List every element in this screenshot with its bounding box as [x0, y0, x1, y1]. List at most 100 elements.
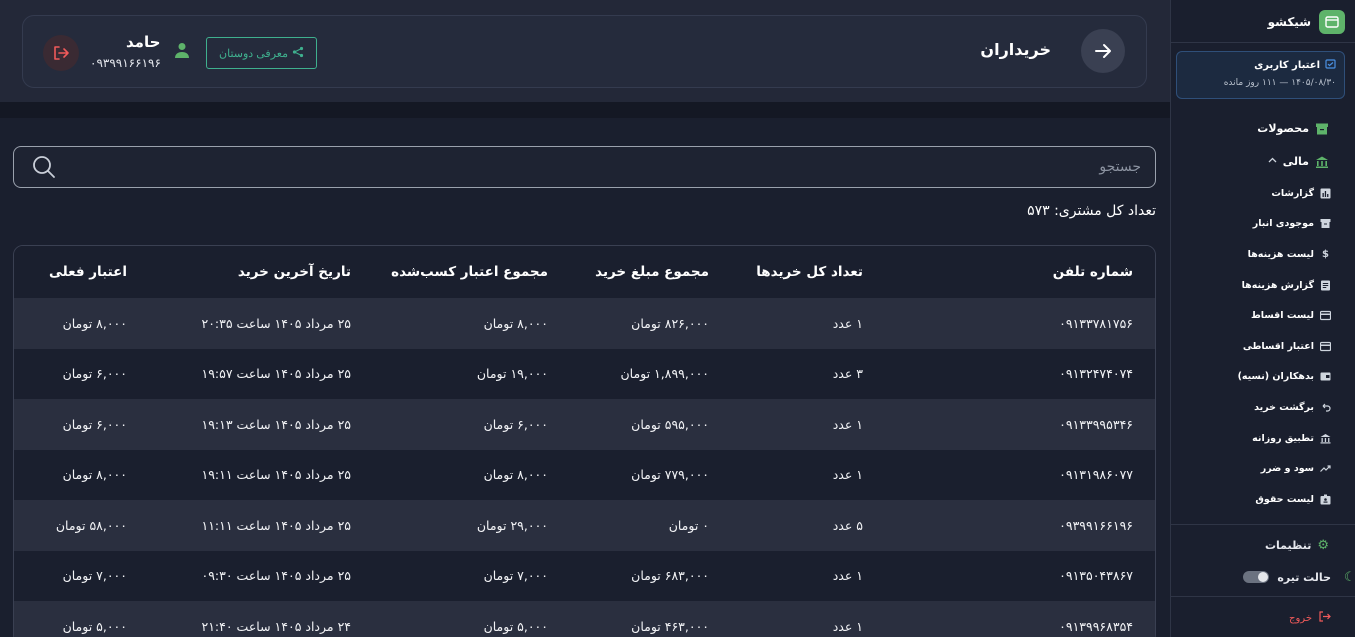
card-icon — [1320, 341, 1331, 352]
app-root: خریداران حامد ۰۹۳۹۹۱۶۶۱۹۶ معرفی دوستان ج… — [0, 0, 1355, 637]
back-button[interactable] — [1081, 29, 1125, 73]
dark-mode-toggle[interactable] — [1243, 571, 1270, 583]
sidebar-item-label: لیست حقوق — [1255, 493, 1314, 505]
cell-current-credit: ۵,۰۰۰ تومان — [62, 618, 127, 634]
cell-earned-credit: ۲۹,۰۰۰ تومان — [476, 517, 548, 533]
cell-purchase-count: ۱ عدد — [832, 568, 863, 584]
cell-last-purchase: ۲۴ مرداد ۱۴۰۵ ساعت ۲۱:۴۰ — [201, 618, 352, 634]
sidebar-item-purchase-return[interactable]: برگشت خرید — [1170, 392, 1355, 423]
sidebar-item-label: گزارش هزینه‌ها — [1241, 279, 1314, 291]
cell-earned-credit: ۷,۰۰۰ تومان — [483, 568, 548, 584]
search-icon[interactable] — [32, 155, 56, 183]
sidebar-item-debtors[interactable]: بدهکاران (نسیه) — [1170, 362, 1355, 393]
cell-current-credit: ۵۸,۰۰۰ تومان — [55, 517, 127, 533]
cell-total-amount: ۸۲۶,۰۰۰ تومان — [631, 315, 709, 331]
badge-icon — [1320, 494, 1331, 505]
table-row[interactable]: ۰۹۱۳۵۰۴۳۸۶۷ ۱ عدد ۶۸۳,۰۰۰ تومان ۷,۰۰۰ تو… — [14, 551, 1155, 602]
sidebar-item-reports[interactable]: گزارشات — [1170, 178, 1355, 209]
cell-total-amount: ۷۷۹,۰۰۰ تومان — [631, 467, 709, 483]
bar-chart-icon — [1320, 188, 1331, 199]
sidebar-item-settings[interactable]: ⚙ تنظیمات — [1170, 534, 1355, 556]
header-logout-button[interactable] — [43, 35, 79, 71]
sidebar-logout-button[interactable]: خروج — [1170, 608, 1355, 628]
logout-icon — [1318, 610, 1331, 626]
user-name: حامد — [126, 33, 161, 51]
brand[interactable]: شیکشو — [1268, 10, 1345, 34]
sidebar-item-payroll[interactable]: لیست حقوق — [1170, 484, 1355, 515]
cell-phone: ۰۹۳۹۹۱۶۶۱۹۶ — [1059, 517, 1133, 533]
sidebar: شیکشو اعتبار کاربری ۱۴۰۵/۰۸/۳۰ — ۱۱۱ روز… — [1170, 0, 1355, 637]
sidebar-item-installments[interactable]: لیست اقساط — [1170, 300, 1355, 331]
chevron-up-icon[interactable] — [1268, 156, 1277, 168]
cell-earned-credit: ۶,۰۰۰ تومان — [483, 416, 548, 432]
sidebar-item-label: بدهکاران (نسیه) — [1237, 371, 1314, 383]
sidebar-item-label: مالی — [1282, 155, 1309, 168]
credit-subtitle: ۱۴۰۵/۰۸/۳۰ — ۱۱۱ روز مانده — [1223, 78, 1336, 88]
cell-earned-credit: ۸,۰۰۰ تومان — [483, 315, 548, 331]
sidebar-item-products[interactable]: محصولات — [1170, 112, 1355, 145]
table-row[interactable]: ۰۹۳۹۹۱۶۶۱۹۶ ۵ عدد ۰ تومان ۲۹,۰۰۰ تومان ۲… — [14, 500, 1155, 551]
column-header-earned-credit[interactable]: مجموع اعتبار کسب‌شده — [391, 246, 548, 298]
card-icon — [1320, 310, 1331, 321]
sidebar-divider — [1170, 42, 1355, 43]
main-area: خریداران حامد ۰۹۳۹۹۱۶۶۱۹۶ معرفی دوستان ج… — [0, 0, 1170, 637]
logout-label: خروج — [1289, 612, 1312, 624]
sidebar-menu: محصولات مالی گزارشات موجودی انبار $ لیست… — [1170, 112, 1355, 515]
moon-icon: ☾ — [1344, 570, 1355, 585]
search-input[interactable] — [81, 147, 1141, 187]
sidebar-item-label: سود و ضرر — [1260, 463, 1314, 475]
trend-icon — [1320, 463, 1331, 474]
sidebar-item-profit-loss[interactable]: سود و ضرر — [1170, 453, 1355, 484]
sidebar-item-label: لیست اقساط — [1250, 310, 1314, 322]
brand-name: شیکشو — [1267, 15, 1311, 29]
sidebar-item-daily-reconciliation[interactable]: تطبیق روزانه — [1170, 423, 1355, 454]
sidebar-divider — [1170, 524, 1355, 525]
wallet-icon — [1320, 371, 1331, 382]
buyers-table: شماره تلفن تعداد کل خریدها مجموع مبلغ خر… — [13, 245, 1156, 637]
cell-last-purchase: ۲۵ مرداد ۱۴۰۵ ساعت ۰۹:۳۰ — [201, 568, 352, 584]
receipt-icon — [1320, 280, 1331, 291]
arrow-right-icon — [1095, 44, 1111, 58]
cell-current-credit: ۷,۰۰۰ تومان — [62, 568, 127, 584]
table-row[interactable]: ۰۹۱۳۲۴۷۴۰۷۴ ۳ عدد ۱,۸۹۹,۰۰۰ تومان ۱۹,۰۰۰… — [14, 349, 1155, 400]
sidebar-item-finance[interactable]: مالی — [1170, 145, 1355, 178]
sidebar-item-label: برگشت خرید — [1254, 401, 1314, 413]
cell-earned-credit: ۱۹,۰۰۰ تومان — [476, 366, 548, 382]
cell-total-amount: ۶۸۳,۰۰۰ تومان — [631, 568, 709, 584]
credit-title: اعتبار کاربری — [1254, 59, 1320, 71]
cell-phone: ۰۹۱۳۲۴۷۴۰۷۴ — [1059, 366, 1133, 382]
column-header-purchase-count[interactable]: تعداد کل خریدها — [756, 246, 863, 298]
cell-phone: ۰۹۱۳۳۹۹۵۳۴۶ — [1059, 416, 1133, 432]
sidebar-item-inventory[interactable]: موجودی انبار — [1170, 209, 1355, 240]
bank-icon — [1315, 155, 1329, 169]
table-row[interactable]: ۰۹۱۳۹۹۶۸۳۵۴ ۱ عدد ۴۶۳,۰۰۰ تومان ۵,۰۰۰ تو… — [14, 601, 1155, 637]
sidebar-item-installment-credit[interactable]: اعتبار اقساطی — [1170, 331, 1355, 362]
cell-purchase-count: ۱ عدد — [832, 315, 863, 331]
sidebar-item-expense-report[interactable]: گزارش هزینه‌ها — [1170, 270, 1355, 301]
table-row[interactable]: ۰۹۱۳۳۹۹۵۳۴۶ ۱ عدد ۵۹۵,۰۰۰ تومان ۶,۰۰۰ تو… — [14, 399, 1155, 450]
cell-phone: ۰۹۱۳۱۹۸۶۰۷۷ — [1059, 467, 1133, 483]
sidebar-item-label: اعتبار اقساطی — [1242, 340, 1314, 352]
column-header-total-amount[interactable]: مجموع مبلغ خرید — [595, 246, 709, 298]
cell-last-purchase: ۲۵ مرداد ۱۴۰۵ ساعت ۱۹:۱۱ — [201, 467, 352, 483]
cell-last-purchase: ۲۵ مرداد ۱۴۰۵ ساعت ۱۱:۱۱ — [201, 517, 352, 533]
column-header-phone[interactable]: شماره تلفن — [1053, 246, 1133, 298]
total-customers-count: تعداد کل مشتری: ۵۷۳ — [1027, 203, 1156, 219]
cell-total-amount: ۵۹۵,۰۰۰ تومان — [631, 416, 709, 432]
sidebar-item-expenses[interactable]: $ لیست هزینه‌ها — [1170, 239, 1355, 270]
cell-current-credit: ۸,۰۰۰ تومان — [62, 315, 127, 331]
cell-total-amount: ۰ تومان — [668, 517, 709, 533]
invite-friends-button[interactable]: معرفی دوستان — [206, 37, 317, 69]
sidebar-item-label: تطبیق روزانه — [1252, 432, 1314, 444]
column-header-current-credit[interactable]: اعتبار فعلی — [49, 246, 127, 298]
user-credit-card[interactable]: اعتبار کاربری ۱۴۰۵/۰۸/۳۰ — ۱۱۱ روز مانده — [1176, 51, 1345, 99]
cell-purchase-count: ۵ عدد — [832, 517, 863, 533]
page-header: خریداران حامد ۰۹۳۹۹۱۶۶۱۹۶ معرفی دوستان — [22, 15, 1147, 88]
archive-icon — [1320, 218, 1331, 229]
table-row[interactable]: ۰۹۱۳۱۹۸۶۰۷۷ ۱ عدد ۷۷۹,۰۰۰ تومان ۸,۰۰۰ تو… — [14, 450, 1155, 501]
table-header: شماره تلفن تعداد کل خریدها مجموع مبلغ خر… — [14, 246, 1155, 298]
archive-icon — [1315, 122, 1329, 136]
column-header-last-purchase[interactable]: تاریخ آخرین خرید — [238, 246, 351, 298]
table-row[interactable]: ۰۹۱۳۳۷۸۱۷۵۶ ۱ عدد ۸۲۶,۰۰۰ تومان ۸,۰۰۰ تو… — [14, 298, 1155, 349]
cell-purchase-count: ۳ عدد — [832, 366, 863, 382]
